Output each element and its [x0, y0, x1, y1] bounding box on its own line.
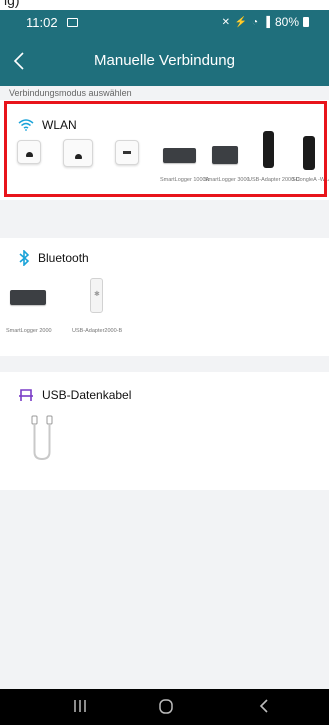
usb-title: USB-Datenkabel: [42, 388, 132, 402]
bluetooth-header: Bluetooth: [18, 250, 89, 266]
back-nav-icon[interactable]: [258, 698, 270, 714]
status-bar: 11:02 ✕ ⚡ ◔ ▐ 80%: [0, 10, 329, 36]
nav-bar: Manuelle Verbindung: [0, 46, 329, 76]
status-time: 11:02: [26, 15, 58, 30]
usb-adapter-2000b-image[interactable]: ✱: [90, 278, 103, 313]
device-label: SmartLogger 2000: [6, 328, 52, 334]
empty-area: [0, 490, 329, 689]
smartlogger-2000-image[interactable]: [10, 290, 46, 305]
bluetooth-option-card[interactable]: Bluetooth SmartLogger 2000 ✱ USB-Adapter…: [0, 238, 329, 356]
bluetooth-icon: [19, 250, 30, 266]
cropped-text: ig): [4, 0, 20, 8]
recent-apps-icon[interactable]: [73, 698, 87, 714]
app-header: 11:02 ✕ ⚡ ◔ ▐ 80% Manuelle Verbindung: [0, 10, 329, 86]
gallery-icon: [67, 18, 78, 27]
usb-connector-icon: [19, 389, 33, 401]
battery-percent: 80%: [274, 15, 299, 29]
bluetooth-mark-icon: ✱: [94, 291, 100, 298]
home-icon[interactable]: [158, 698, 174, 715]
section-caption: Verbindungsmodus auswählen: [9, 88, 132, 98]
page-title: Manuelle Verbindung: [94, 52, 235, 69]
status-right: ✕ ⚡ ◔ ▐ 80%: [222, 15, 309, 29]
usb-cable-option-card[interactable]: USB-Datenkabel: [0, 372, 329, 490]
usb-header: USB-Datenkabel: [18, 388, 131, 402]
device-label: USB-Adapter2000-B: [72, 328, 123, 334]
highlight-box: [4, 101, 327, 197]
signal-icons: ✕ ⚡ ◔ ▐: [221, 16, 271, 28]
battery-icon: [303, 17, 309, 27]
top-crop-strip: ig): [0, 0, 329, 10]
system-nav-bar: [0, 689, 329, 725]
usb-cable-image[interactable]: [30, 414, 56, 462]
bluetooth-title: Bluetooth: [38, 251, 89, 265]
